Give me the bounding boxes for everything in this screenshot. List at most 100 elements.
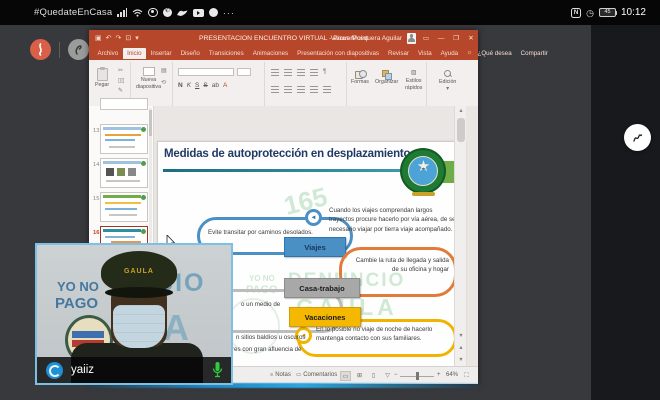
zoom-in-button[interactable]: + xyxy=(437,372,441,378)
statusbar-more: ··· xyxy=(222,7,235,18)
thumbnail-slide-13[interactable] xyxy=(100,124,148,154)
save-button[interactable]: ▣ xyxy=(95,34,102,42)
slide-number: 14 xyxy=(93,162,100,168)
tab-animaciones[interactable]: Animaciones xyxy=(248,48,292,59)
tab-archivo[interactable]: Archivo xyxy=(93,48,123,59)
line-spacing-button[interactable] xyxy=(310,69,318,76)
italic-button[interactable]: K xyxy=(187,82,191,89)
columns-button[interactable] xyxy=(323,86,331,93)
zoom-slider-thumb[interactable] xyxy=(416,372,419,380)
slide-title: Medidas de autoprotección en desplazamie… xyxy=(164,148,417,160)
tab-insertar[interactable]: Insertar xyxy=(146,48,176,59)
quick-styles-button[interactable]: ▨ Estilos rápidos xyxy=(405,70,422,91)
ppt-title-bar: ▣ ↶ ↷ ⊡ ▾ PRESENTACION ENCUENTRO VIRTUAL… xyxy=(89,30,478,46)
signal-icon xyxy=(117,8,128,17)
strikethrough-button[interactable]: S xyxy=(203,82,207,89)
align-center-button[interactable] xyxy=(284,86,292,93)
draw-tool-button[interactable] xyxy=(624,124,651,151)
text-direction-button[interactable]: ¶ xyxy=(323,69,326,76)
ribbon-tab-bar: Archivo Inicio Insertar Diseño Transicio… xyxy=(89,46,548,60)
normal-view-button[interactable]: ▭ xyxy=(340,371,351,381)
underline-button[interactable]: S xyxy=(195,82,199,89)
share-button[interactable]: Compartir xyxy=(516,48,552,59)
viajes-label: Viajes xyxy=(284,237,346,257)
thumbnail-slide-15[interactable] xyxy=(100,192,148,222)
scrollbar-thumb[interactable] xyxy=(457,118,465,142)
wifi-icon xyxy=(132,9,143,17)
align-left-button[interactable] xyxy=(271,86,279,93)
tab-vista[interactable]: Vista xyxy=(414,48,437,59)
notes-button[interactable]: ≡ Notas xyxy=(270,372,291,378)
tell-me-box[interactable]: ¿Qué desea xyxy=(473,48,516,59)
justify-button[interactable] xyxy=(310,86,318,93)
annotation-pen-button[interactable] xyxy=(30,39,51,60)
font-size-input[interactable] xyxy=(237,68,251,76)
copy-button[interactable]: ▯▯ xyxy=(118,78,125,85)
format-painter-button[interactable]: ✎ xyxy=(118,88,123,95)
police-logo: ★ ⌁ xyxy=(400,148,447,199)
slideshow-button[interactable]: ▽ xyxy=(382,371,393,381)
minimize-button[interactable]: — xyxy=(436,35,446,42)
comments-button[interactable]: ▭ Comentarios xyxy=(296,372,337,378)
slide-sorter-button[interactable]: ⊞ xyxy=(354,371,365,381)
layout-button[interactable]: ▤ xyxy=(161,68,167,75)
whatsapp-icon: ✆ xyxy=(162,8,172,17)
tab-transiciones[interactable]: Transiciones xyxy=(204,48,248,59)
nfc-icon: N xyxy=(571,7,582,18)
annotation-pointer-button[interactable] xyxy=(68,39,89,60)
previous-slide-button[interactable]: ▲ xyxy=(455,343,467,354)
font-name-input[interactable] xyxy=(178,68,234,76)
numbering-button[interactable] xyxy=(284,69,292,76)
scroll-down-button[interactable]: ▼ xyxy=(455,331,467,342)
indent-button[interactable] xyxy=(297,69,305,76)
cut-button[interactable]: ✂ xyxy=(118,68,123,75)
vacaciones-fragment-1: n sitios baldíos u oscuros xyxy=(236,334,306,341)
account-name[interactable]: Vaicus Mosquera Aguilar xyxy=(331,35,402,42)
font-color-button[interactable]: A xyxy=(223,82,227,89)
thumbnail-partial[interactable] xyxy=(100,98,148,110)
bold-button[interactable]: N xyxy=(178,82,183,89)
phone-screen: #QuedateEnCasa ✆ ··· N ◷ 45 10:12 ▣ ↶ ↷ … xyxy=(0,0,660,400)
casa-text: Cambie la ruta de llegada y salida de su… xyxy=(355,257,449,274)
tab-revisar[interactable]: Revisar xyxy=(384,48,414,59)
next-slide-button[interactable]: ▼ xyxy=(455,355,467,366)
new-slide-button[interactable]: Nueva diapositiva xyxy=(136,67,161,90)
editing-button[interactable]: Edición ▾ xyxy=(439,70,456,93)
ribbon-options-button[interactable]: ▭ xyxy=(421,34,431,42)
webcam-video-tile[interactable]: NCIO L A YO NO PAGO GAULA yaiiz xyxy=(35,243,233,385)
tab-presentacion[interactable]: Presentación con diapositivas xyxy=(293,48,384,59)
redo-button[interactable]: ↷ xyxy=(116,34,122,42)
avatar[interactable] xyxy=(407,32,416,44)
face-mask xyxy=(113,305,165,348)
zoom-level[interactable]: 64% xyxy=(446,372,458,378)
fit-to-window-button[interactable]: ⛶ xyxy=(461,371,472,381)
tab-ayuda[interactable]: Ayuda xyxy=(436,48,462,59)
arrange-button[interactable]: Organizar xyxy=(375,70,398,85)
arrange-icon xyxy=(382,70,393,80)
app-icon xyxy=(208,8,218,17)
scroll-up-button[interactable]: ▲ xyxy=(455,106,467,117)
paste-button[interactable]: Pegar xyxy=(95,67,109,88)
reading-view-button[interactable]: ▯ xyxy=(368,371,379,381)
thumbnail-slide-14[interactable] xyxy=(100,158,148,188)
undo-button[interactable]: ↶ xyxy=(106,34,112,42)
bullets-button[interactable] xyxy=(271,69,279,76)
restore-button[interactable]: ❐ xyxy=(451,34,461,42)
align-right-button[interactable] xyxy=(297,86,305,93)
new-slide-icon xyxy=(142,67,155,76)
shapes-button[interactable]: Formas xyxy=(351,70,369,85)
start-slideshow-button[interactable]: ⊡ xyxy=(125,34,131,42)
vacaciones-label: Vacaciones xyxy=(289,307,361,327)
viajes-left-text: Evite transitar por caminos desolados. xyxy=(208,229,313,236)
slide-scrollbar[interactable]: ▲ ▼ ▲ ▼ xyxy=(454,106,466,366)
qat-dropdown[interactable]: ▾ xyxy=(135,34,139,42)
viajes-connector: ◄ xyxy=(305,209,322,226)
char-spacing-button[interactable]: ab xyxy=(212,82,219,89)
slide-number: 15 xyxy=(93,196,100,202)
reset-button[interactable]: ⟲ xyxy=(161,80,166,87)
microphone-icon[interactable] xyxy=(212,361,223,383)
close-button[interactable]: ✕ xyxy=(466,34,476,42)
tab-inicio[interactable]: Inicio xyxy=(122,47,147,59)
zoom-out-button[interactable]: − xyxy=(394,372,398,378)
tab-diseno[interactable]: Diseño xyxy=(176,48,204,59)
